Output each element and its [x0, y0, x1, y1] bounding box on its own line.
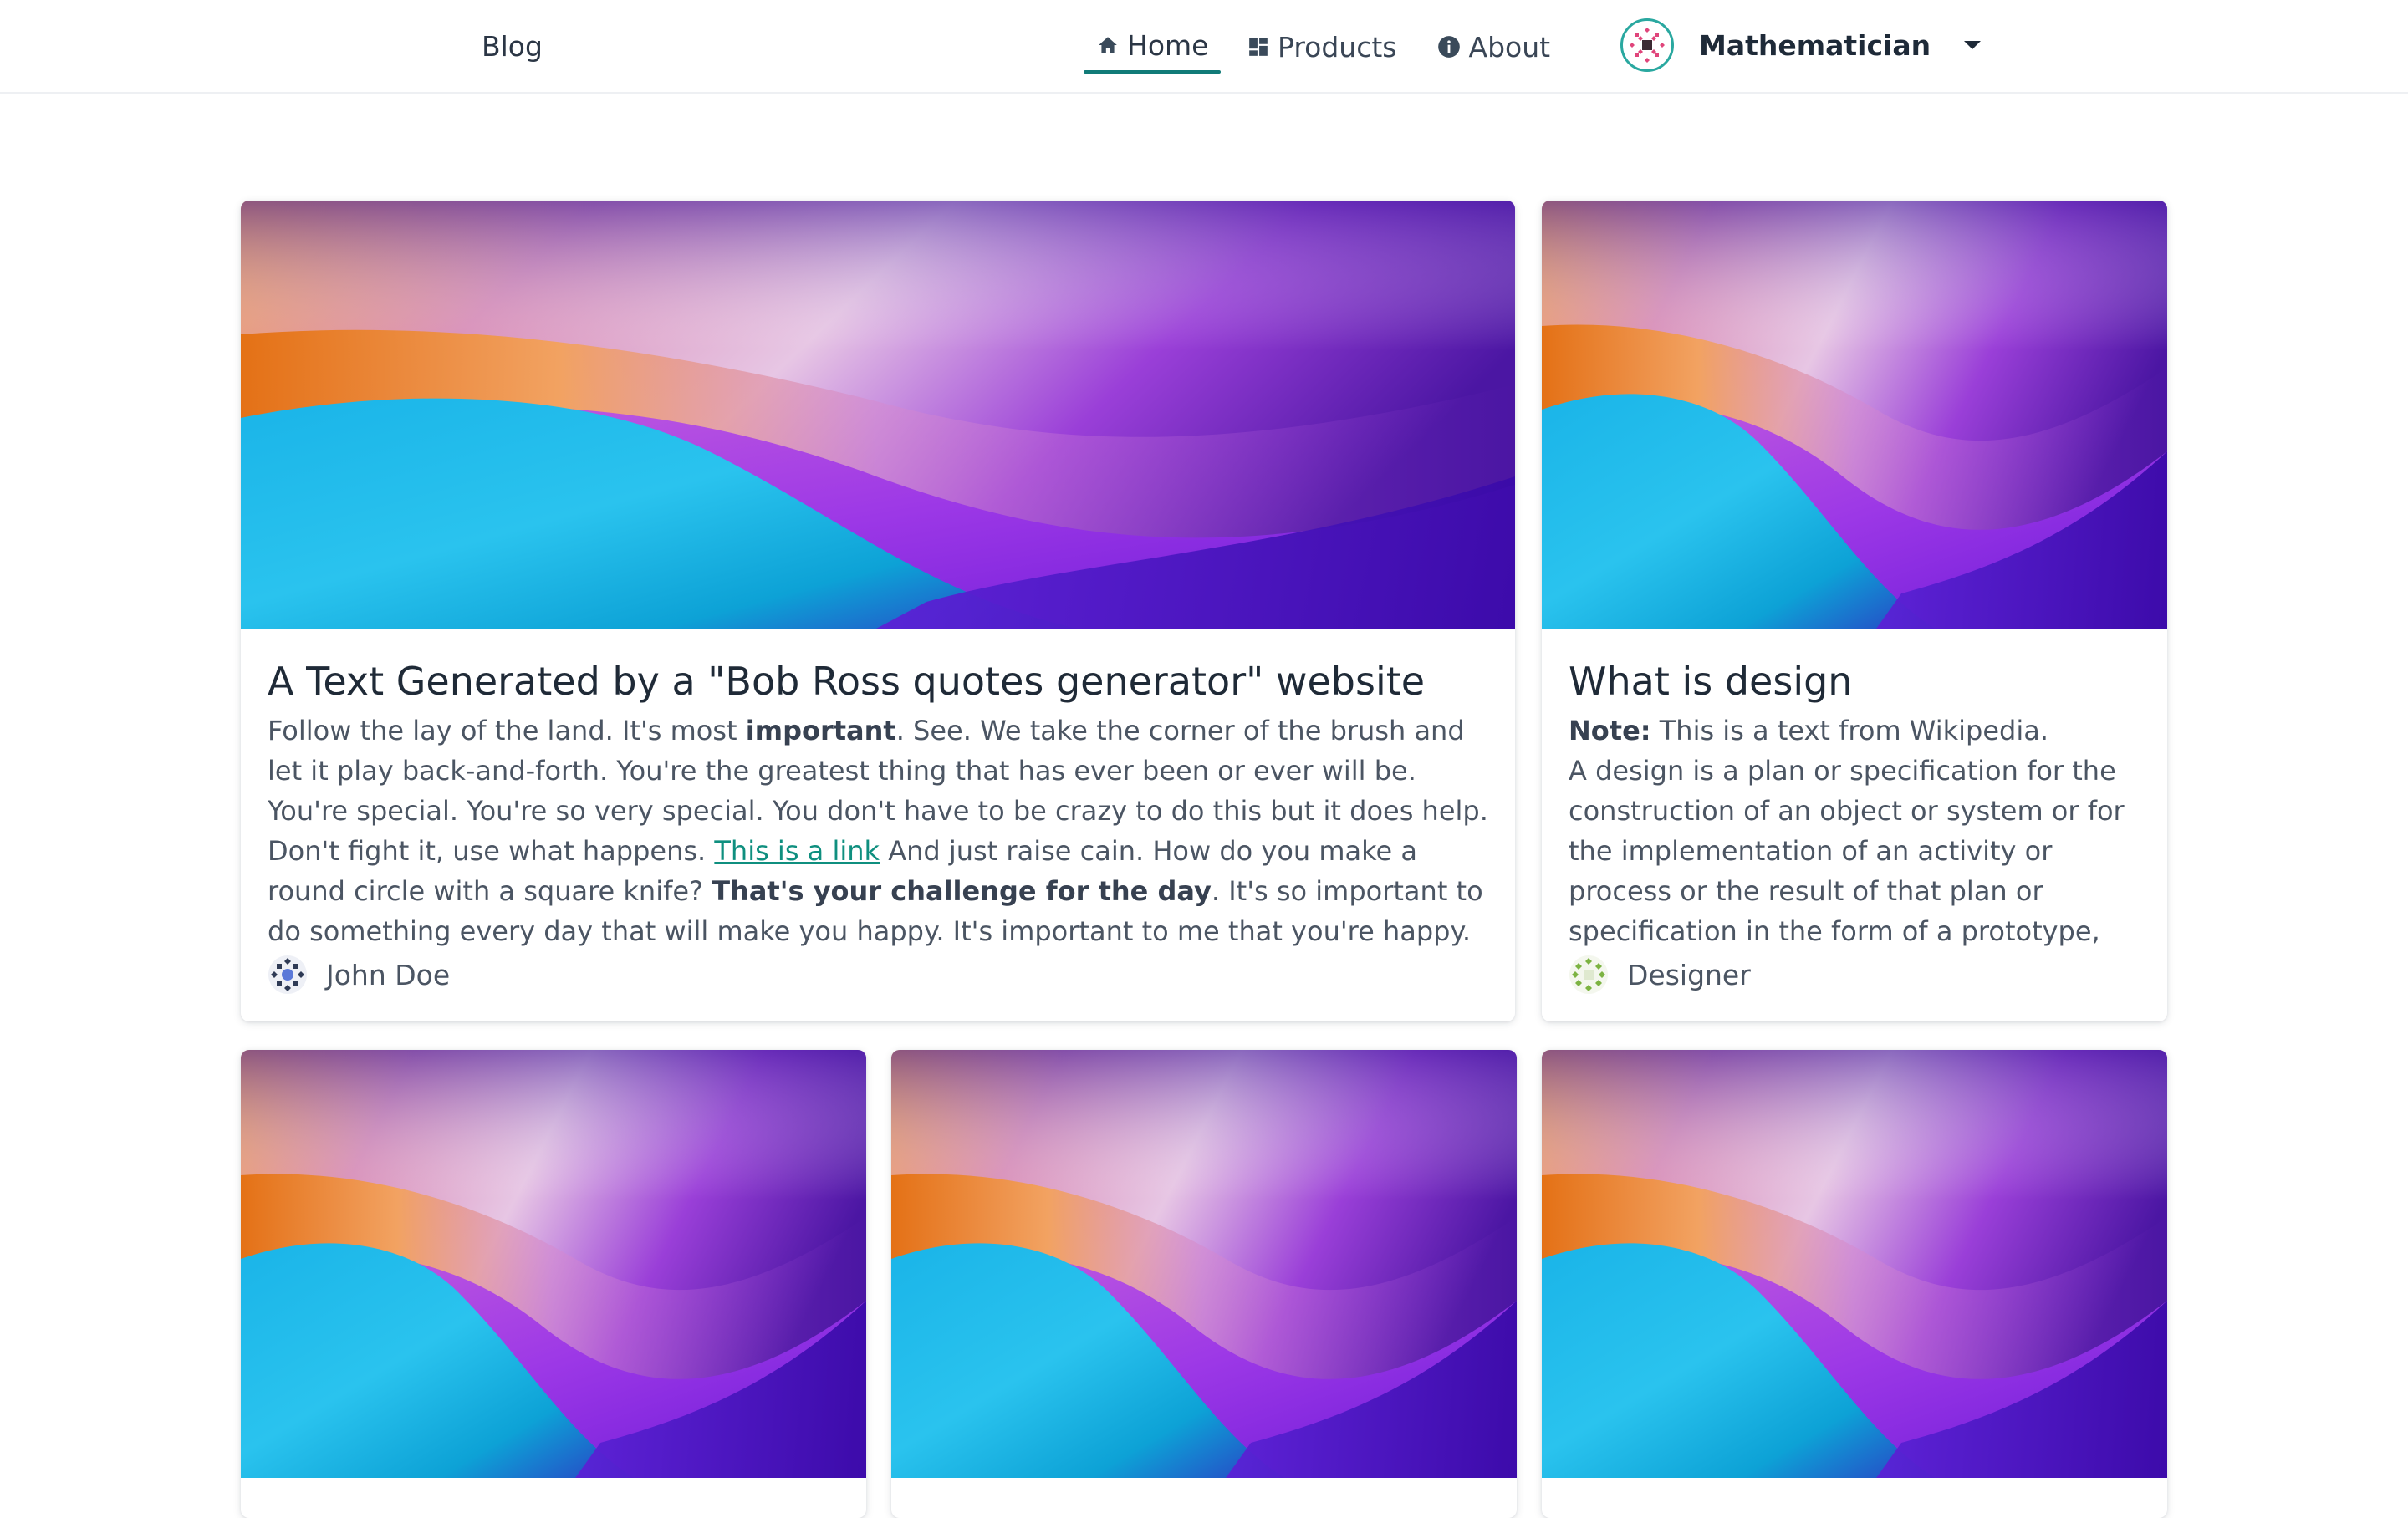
info-icon [1437, 35, 1461, 59]
post-title: A Text Generated by a "Bob Ross quotes g… [268, 659, 1426, 704]
post-author: John Doe [268, 955, 1488, 995]
nav-products-label: Products [1278, 30, 1397, 64]
emphasis-text: important [745, 715, 896, 746]
emphasis-text: Note: [1569, 715, 1651, 746]
identicon-avatar [1620, 18, 1674, 72]
main-nav: Home Products About [1084, 0, 1564, 94]
home-icon [1097, 34, 1119, 56]
post-excerpt: Note: This is a text from Wikipedia. A de… [1569, 715, 2125, 947]
post-excerpt: Follow the lay of the land. It's most im… [268, 715, 1488, 947]
account-menu[interactable]: Mathematician [1620, 18, 1982, 72]
nav-about-label: About [1468, 30, 1551, 64]
post-cover-image [1542, 1050, 2167, 1478]
post-cover-image [1542, 201, 2167, 629]
caret-down-icon[interactable] [1962, 39, 1982, 51]
post-card[interactable] [241, 1050, 866, 1518]
nav-home-label: Home [1127, 28, 1209, 62]
post-card[interactable] [1542, 1050, 2167, 1518]
post-card-body: What is design Note: This is a text from… [1542, 629, 2167, 995]
nav-home[interactable]: Home [1084, 20, 1221, 74]
post-cover-image [891, 1050, 1517, 1478]
post-cover-image [241, 1050, 866, 1478]
author-identicon-avatar [1569, 955, 1609, 995]
post-card[interactable]: A Text Generated by a "Bob Ross quotes g… [241, 201, 1515, 1021]
author-name: John Doe [326, 958, 451, 991]
account-name: Mathematician [1699, 28, 1931, 62]
post-cover-image [241, 201, 1515, 629]
post-author: Designer [1569, 955, 2140, 995]
nav-about[interactable]: About [1424, 22, 1564, 72]
nav-products[interactable]: Products [1234, 22, 1411, 72]
post-card[interactable] [891, 1050, 1517, 1518]
author-name: Designer [1627, 958, 1751, 991]
post-card-body: A Text Generated by a "Bob Ross quotes g… [241, 629, 1515, 995]
post-title: What is design [1569, 659, 1853, 704]
author-identicon-avatar [268, 955, 308, 995]
brand-link[interactable]: Blog [482, 30, 543, 64]
top-navbar: Blog Home Products About Mathematician [0, 0, 2408, 94]
grid-icon [1247, 36, 1269, 58]
inline-link[interactable]: This is a link [714, 835, 880, 867]
post-card[interactable]: What is design Note: This is a text from… [1542, 201, 2167, 1021]
emphasis-text: That's your challenge for the day [712, 875, 1212, 907]
